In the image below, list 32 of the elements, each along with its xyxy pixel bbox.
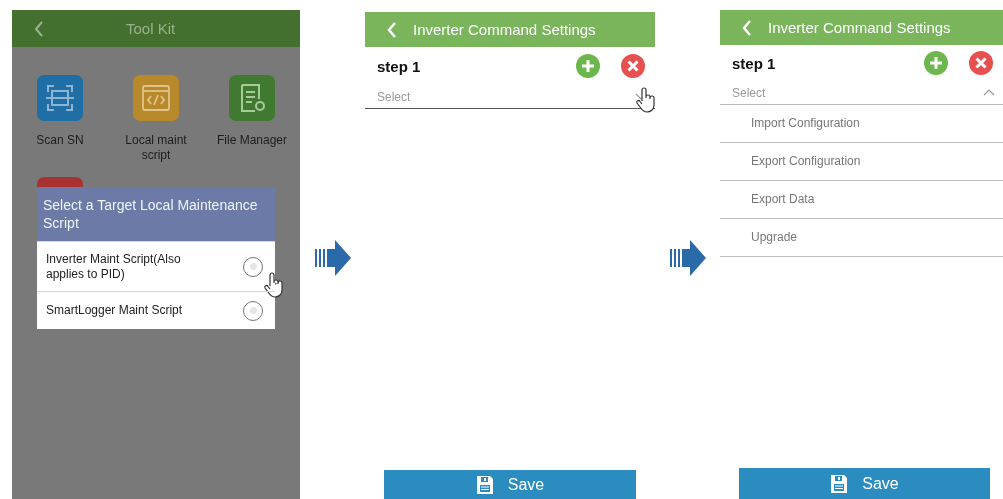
dropdown-option[interactable]: Export Data <box>720 181 1003 219</box>
add-icon[interactable] <box>576 54 600 78</box>
chevron-up-icon <box>983 89 995 96</box>
document-gear-icon[interactable] <box>229 75 275 121</box>
scan-icon[interactable] <box>37 75 83 121</box>
script-option[interactable]: SmartLogger Maint Script <box>37 291 275 329</box>
screen-title: Inverter Command Settings <box>768 19 951 36</box>
dialog-title: Select a Target Local Maintenance Script <box>37 187 275 241</box>
tool-label: File Manager <box>216 133 288 148</box>
arrow-icon <box>669 240 706 276</box>
script-option[interactable]: Inverter Maint Script(Also applies to PID) <box>37 241 275 291</box>
screen-title: Inverter Command Settings <box>413 21 596 38</box>
tool-label: Local maint script <box>124 133 188 163</box>
arrow-icon <box>314 240 351 276</box>
option-label: SmartLogger Maint Script <box>46 303 184 318</box>
save-button[interactable]: Save <box>739 468 990 499</box>
select-dropdown[interactable]: Select <box>365 85 655 109</box>
back-icon[interactable] <box>34 20 44 37</box>
dropdown-option[interactable]: Upgrade <box>720 219 1003 257</box>
code-window-icon[interactable] <box>133 75 179 121</box>
delete-icon[interactable] <box>969 51 993 75</box>
option-label: Inverter Maint Script(Also applies to PID) <box>46 251 182 282</box>
step-label: step 1 <box>732 54 777 72</box>
screen-title: Tool Kit <box>126 20 176 37</box>
save-button[interactable]: Save <box>384 470 636 499</box>
tool-label: Scan SN <box>35 133 85 148</box>
step-label: step 1 <box>377 57 422 75</box>
dropdown-option[interactable]: Export Configuration <box>720 143 1003 181</box>
add-icon[interactable] <box>924 51 948 75</box>
select-dropdown[interactable]: Select <box>720 81 1003 105</box>
dropdown-option[interactable]: Import Configuration <box>720 105 1003 143</box>
delete-icon[interactable] <box>621 54 645 78</box>
